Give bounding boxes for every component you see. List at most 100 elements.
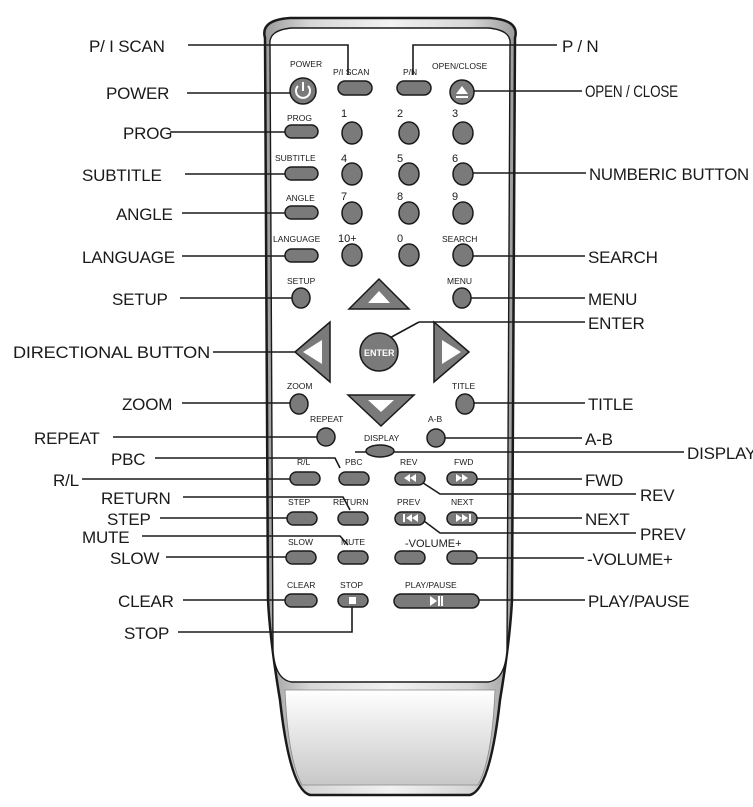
num-9-button[interactable] <box>452 201 474 225</box>
callout-repeat: REPEAT <box>34 429 100 448</box>
btn-label-7: 7 <box>341 191 347 203</box>
repeat-button[interactable] <box>316 427 336 447</box>
setup-button[interactable] <box>291 287 311 309</box>
btn-label-volume: -VOLUME+ <box>405 538 462 550</box>
callout-mute: MUTE <box>82 528 129 547</box>
btn-label-rev: REV <box>400 457 418 467</box>
mute-button[interactable] <box>337 550 369 565</box>
rl-button[interactable] <box>289 471 321 486</box>
ab-button[interactable] <box>426 428 446 448</box>
btn-label-prog: PROG <box>287 113 312 123</box>
left-callouts: P/ I SCAN POWER PROG SUBTITLE ANGLE LANG… <box>13 37 210 643</box>
title-button[interactable] <box>455 393 475 415</box>
stop-icon <box>349 597 356 604</box>
btn-label-rl: R/L <box>297 457 311 467</box>
btn-label-setup: SETUP <box>287 276 316 286</box>
btn-label-5: 5 <box>397 153 403 165</box>
btn-label-pbc: PBC <box>345 457 362 467</box>
volume-up-button[interactable] <box>446 550 478 565</box>
num-3-button[interactable] <box>452 121 474 145</box>
btn-label-0: 0 <box>397 233 403 245</box>
btn-label-fwd: FWD <box>454 457 473 467</box>
remote-svg: POWER P/I SCAN P/N OPEN/CLOSE PROG 1 2 3… <box>13 16 753 797</box>
btn-label-next: NEXT <box>451 497 474 507</box>
btn-label-8: 8 <box>397 191 403 203</box>
remote-diagram: POWER P/I SCAN P/N OPEN/CLOSE PROG 1 2 3… <box>0 0 753 807</box>
btn-label-menu: MENU <box>447 276 472 286</box>
callout-numeric-button: NUMBERIC BUTTON <box>589 165 749 184</box>
callout-setup: SETUP <box>112 290 168 309</box>
btn-label-10: 10+ <box>338 233 357 245</box>
callout-subtitle: SUBTITLE <box>82 166 162 185</box>
callout-volume: -VOLUME+ <box>587 550 673 569</box>
btn-label-4: 4 <box>341 153 347 165</box>
callout-language: LANGUAGE <box>82 248 175 267</box>
btn-label-enter: ENTER <box>364 348 395 358</box>
btn-label-return: RETURN <box>333 497 368 507</box>
pbc-button[interactable] <box>338 471 370 486</box>
zoom-button[interactable] <box>289 393 309 415</box>
callout-rev: REV <box>640 486 675 505</box>
btn-label-clear: CLEAR <box>287 580 315 590</box>
num-4-button[interactable] <box>341 162 363 186</box>
btn-label-3: 3 <box>452 108 458 120</box>
callout-slow: SLOW <box>110 549 159 568</box>
btn-label-repeat: REPEAT <box>310 414 343 424</box>
btn-label-piscan: P/I SCAN <box>333 67 369 77</box>
btn-label-language: LANGUAGE <box>273 234 321 244</box>
step-button[interactable] <box>286 511 318 526</box>
callout-pn: P / N <box>562 37 598 56</box>
callout-zoom: ZOOM <box>122 395 172 414</box>
num-0-button[interactable] <box>398 243 420 267</box>
callout-directional-button: DIRECTIONAL BUTTON <box>13 343 210 362</box>
callout-fwd: FWD <box>585 471 623 490</box>
slow-button[interactable] <box>285 550 317 565</box>
callout-piscan: P/ I SCAN <box>89 37 165 56</box>
volume-down-button[interactable] <box>394 550 426 565</box>
subtitle-button[interactable] <box>284 166 319 181</box>
clear-button[interactable] <box>284 593 318 608</box>
callout-stop: STOP <box>124 624 169 643</box>
piscan-button[interactable] <box>337 80 373 96</box>
menu-button[interactable] <box>452 287 472 309</box>
display-button[interactable] <box>365 444 395 458</box>
search-button[interactable] <box>452 243 474 267</box>
callout-prev: PREV <box>640 525 686 544</box>
callout-search: SEARCH <box>588 248 658 267</box>
btn-label-slow: SLOW <box>288 537 313 547</box>
angle-button[interactable] <box>284 205 319 220</box>
btn-label-search: SEARCH <box>442 234 477 244</box>
num-10plus-button[interactable] <box>341 243 363 267</box>
btn-label-zoom: ZOOM <box>287 381 313 391</box>
callout-menu: MENU <box>588 290 637 309</box>
callout-play-pause: PLAY/PAUSE <box>588 592 689 611</box>
callout-rl: R/L <box>53 471 79 490</box>
callout-power: POWER <box>106 84 169 103</box>
num-7-button[interactable] <box>341 201 363 225</box>
btn-label-angle: ANGLE <box>286 193 315 203</box>
callout-display: DISPLAY <box>687 444 753 463</box>
btn-label-subtitle: SUBTITLE <box>275 153 316 163</box>
num-8-button[interactable] <box>398 201 420 225</box>
btn-label-9: 9 <box>452 191 458 203</box>
prog-button[interactable] <box>284 124 319 139</box>
btn-label-power: POWER <box>290 59 322 69</box>
num-5-button[interactable] <box>398 162 420 186</box>
return-button[interactable] <box>337 511 369 526</box>
btn-label-pn: P/N <box>403 67 417 77</box>
num-2-button[interactable] <box>398 121 420 145</box>
callout-prog: PROG <box>123 124 172 143</box>
callout-step: STEP <box>107 510 151 529</box>
callout-return: RETURN <box>101 489 171 508</box>
num-6-button[interactable] <box>452 162 474 186</box>
pn-button[interactable] <box>396 80 432 96</box>
btn-label-mute: MUTE <box>341 537 365 547</box>
btn-label-prev: PREV <box>397 497 420 507</box>
btn-label-title: TITLE <box>452 381 475 391</box>
btn-label-stop: STOP <box>340 580 363 590</box>
btn-label-2: 2 <box>397 108 403 120</box>
language-button[interactable] <box>284 248 319 263</box>
num-1-button[interactable] <box>341 121 363 145</box>
btn-label-ab: A-B <box>428 414 443 424</box>
right-callouts: P / N OPEN / CLOSE NUMBERIC BUTTON SEARC… <box>562 37 753 611</box>
